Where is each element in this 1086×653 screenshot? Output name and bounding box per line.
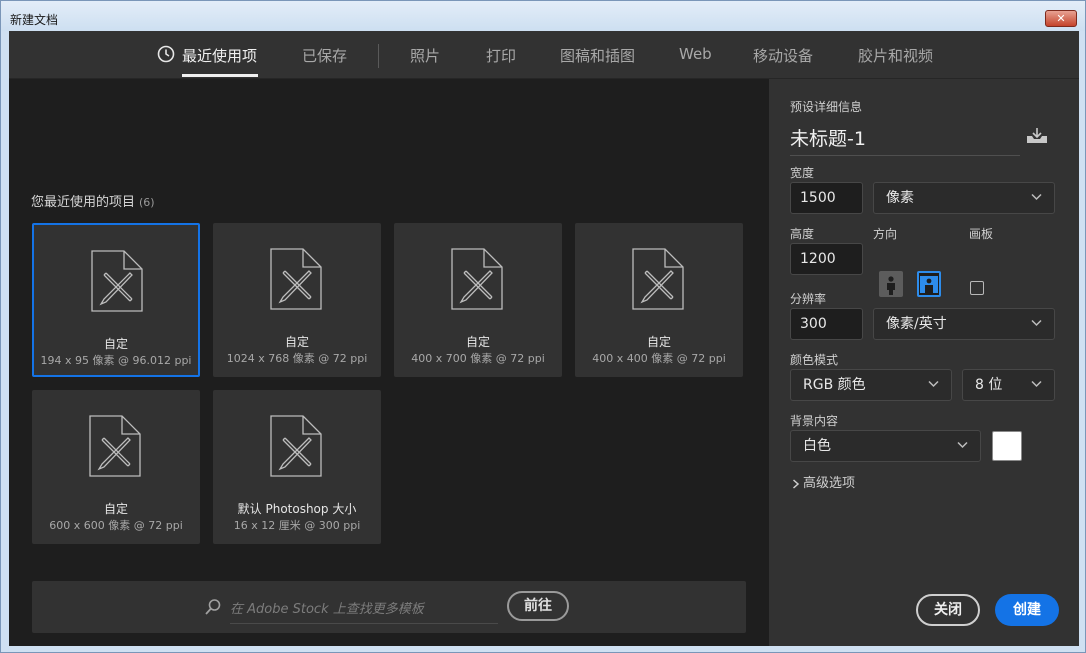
close-button[interactable]: 关闭 — [916, 594, 980, 626]
recent-items-panel: 您最近使用的项目 (6) 自定 194 x 95 像素 @ 96.012 ppi … — [9, 79, 769, 646]
preset-card[interactable]: 自定 194 x 95 像素 @ 96.012 ppi — [32, 223, 200, 377]
tab-saved[interactable]: 已保存 — [302, 45, 347, 66]
resolution-input[interactable]: 300 — [790, 308, 863, 340]
height-label: 高度 — [790, 227, 815, 241]
preset-dimensions: 16 x 12 厘米 @ 300 ppi — [233, 519, 361, 532]
portrait-icon — [887, 276, 895, 295]
dialog-body: 最近使用项 已保存 照片 打印 图稿和插图 Web 移动设备 胶片和视频 您最近… — [9, 31, 1079, 646]
chevron-down-icon — [957, 441, 968, 449]
landscape-orientation-button[interactable] — [917, 271, 941, 297]
preset-dimensions: 400 x 700 像素 @ 72 ppi — [411, 352, 545, 365]
document-template-icon — [89, 415, 141, 477]
landscape-icon — [920, 276, 938, 293]
tab-mobile[interactable]: 移动设备 — [753, 45, 813, 66]
go-button[interactable]: 前往 — [507, 591, 569, 621]
preset-details-label: 预设详细信息 — [790, 100, 863, 114]
recent-heading-text: 您最近使用的项目 — [31, 195, 136, 210]
preset-card[interactable]: 自定 400 x 700 像素 @ 72 ppi — [394, 223, 562, 377]
width-unit-select[interactable]: 像素 — [873, 182, 1055, 214]
resolution-label: 分辨率 — [790, 292, 827, 306]
portrait-orientation-button[interactable] — [879, 271, 903, 297]
window-title: 新建文档 — [10, 13, 59, 27]
preset-details-panel: 预设详细信息 未标题-1 宽度 1500 像素 高度 1200 方向 画板 分辨… — [769, 79, 1079, 646]
chevron-down-icon — [1031, 380, 1042, 388]
preset-name: 自定 — [646, 335, 671, 349]
document-name-field[interactable]: 未标题-1 — [790, 124, 1020, 156]
create-button[interactable]: 创建 — [995, 594, 1059, 626]
tab-photo[interactable]: 照片 — [410, 45, 440, 66]
tab-web[interactable]: Web — [679, 45, 712, 63]
preset-card[interactable]: 默认 Photoshop 大小 16 x 12 厘米 @ 300 ppi — [213, 390, 381, 544]
document-template-icon — [270, 415, 322, 477]
chevron-down-icon — [1031, 319, 1042, 327]
chevron-right-icon — [793, 478, 800, 489]
preset-name: 自定 — [284, 335, 309, 349]
document-template-icon — [632, 248, 684, 310]
search-icon — [205, 599, 221, 615]
window-close-button[interactable]: ✕ — [1045, 10, 1077, 27]
artboard-checkbox[interactable] — [970, 281, 984, 295]
preset-dimensions: 400 x 400 像素 @ 72 ppi — [592, 352, 726, 365]
nav-divider — [378, 44, 379, 68]
preset-dimensions: 194 x 95 像素 @ 96.012 ppi — [40, 354, 192, 367]
preset-name: 自定 — [103, 337, 128, 351]
advanced-options-label: 高级选项 — [803, 476, 856, 491]
preset-card[interactable]: 自定 600 x 600 像素 @ 72 ppi — [32, 390, 200, 544]
document-template-icon — [270, 248, 322, 310]
background-select[interactable]: 白色 — [790, 430, 981, 462]
background-value: 白色 — [803, 438, 831, 454]
stock-search-input[interactable]: 在 Adobe Stock 上查找更多模板 — [230, 598, 498, 624]
preset-name: 默认 Photoshop 大小 — [237, 502, 357, 516]
bit-depth-select[interactable]: 8 位 — [962, 369, 1055, 401]
chevron-down-icon — [928, 380, 939, 388]
tab-print[interactable]: 打印 — [486, 45, 516, 66]
width-label: 宽度 — [790, 166, 815, 180]
color-mode-value: RGB 颜色 — [803, 377, 866, 393]
background-label: 背景内容 — [790, 414, 839, 428]
color-mode-select[interactable]: RGB 颜色 — [790, 369, 952, 401]
document-template-icon — [451, 248, 503, 310]
preset-dimensions: 600 x 600 像素 @ 72 ppi — [49, 519, 183, 532]
preset-name: 自定 — [103, 502, 128, 516]
clock-icon — [157, 45, 175, 63]
height-input[interactable]: 1200 — [790, 243, 863, 275]
document-template-icon — [91, 250, 143, 312]
new-document-dialog: 新建文档 ✕ 最近使用项 已保存 照片 打印 图稿和插图 Web 移动设备 胶片… — [0, 0, 1086, 653]
recent-heading: 您最近使用的项目 (6) — [31, 191, 155, 210]
width-input[interactable]: 1500 — [790, 182, 863, 214]
resolution-unit-select[interactable]: 像素/英寸 — [873, 308, 1055, 340]
preset-dimensions: 1024 x 768 像素 @ 72 ppi — [226, 352, 368, 365]
tab-art-illustration[interactable]: 图稿和插图 — [560, 45, 635, 66]
orientation-label: 方向 — [873, 227, 898, 241]
recent-count: (6) — [139, 196, 155, 209]
preset-card[interactable]: 自定 400 x 400 像素 @ 72 ppi — [575, 223, 743, 377]
background-color-swatch[interactable] — [992, 431, 1022, 461]
category-nav: 最近使用项 已保存 照片 打印 图稿和插图 Web 移动设备 胶片和视频 — [9, 31, 1079, 79]
tab-recent[interactable]: 最近使用项 — [182, 45, 257, 66]
save-preset-icon[interactable] — [1026, 127, 1048, 145]
preset-name: 自定 — [465, 335, 490, 349]
advanced-options-toggle[interactable]: 高级选项 — [792, 472, 855, 491]
chevron-down-icon — [1031, 193, 1042, 201]
title-bar[interactable]: 新建文档 ✕ — [1, 1, 1085, 31]
adobe-stock-search-bar: 在 Adobe Stock 上查找更多模板 前往 — [32, 581, 746, 633]
artboard-label: 画板 — [969, 227, 994, 241]
active-tab-indicator — [182, 74, 258, 77]
resolution-unit-value: 像素/英寸 — [886, 316, 947, 332]
width-unit-value: 像素 — [886, 190, 914, 206]
preset-card[interactable]: 自定 1024 x 768 像素 @ 72 ppi — [213, 223, 381, 377]
bit-depth-value: 8 位 — [975, 377, 1003, 393]
color-mode-label: 颜色模式 — [790, 353, 839, 367]
tab-film-video[interactable]: 胶片和视频 — [858, 45, 933, 66]
